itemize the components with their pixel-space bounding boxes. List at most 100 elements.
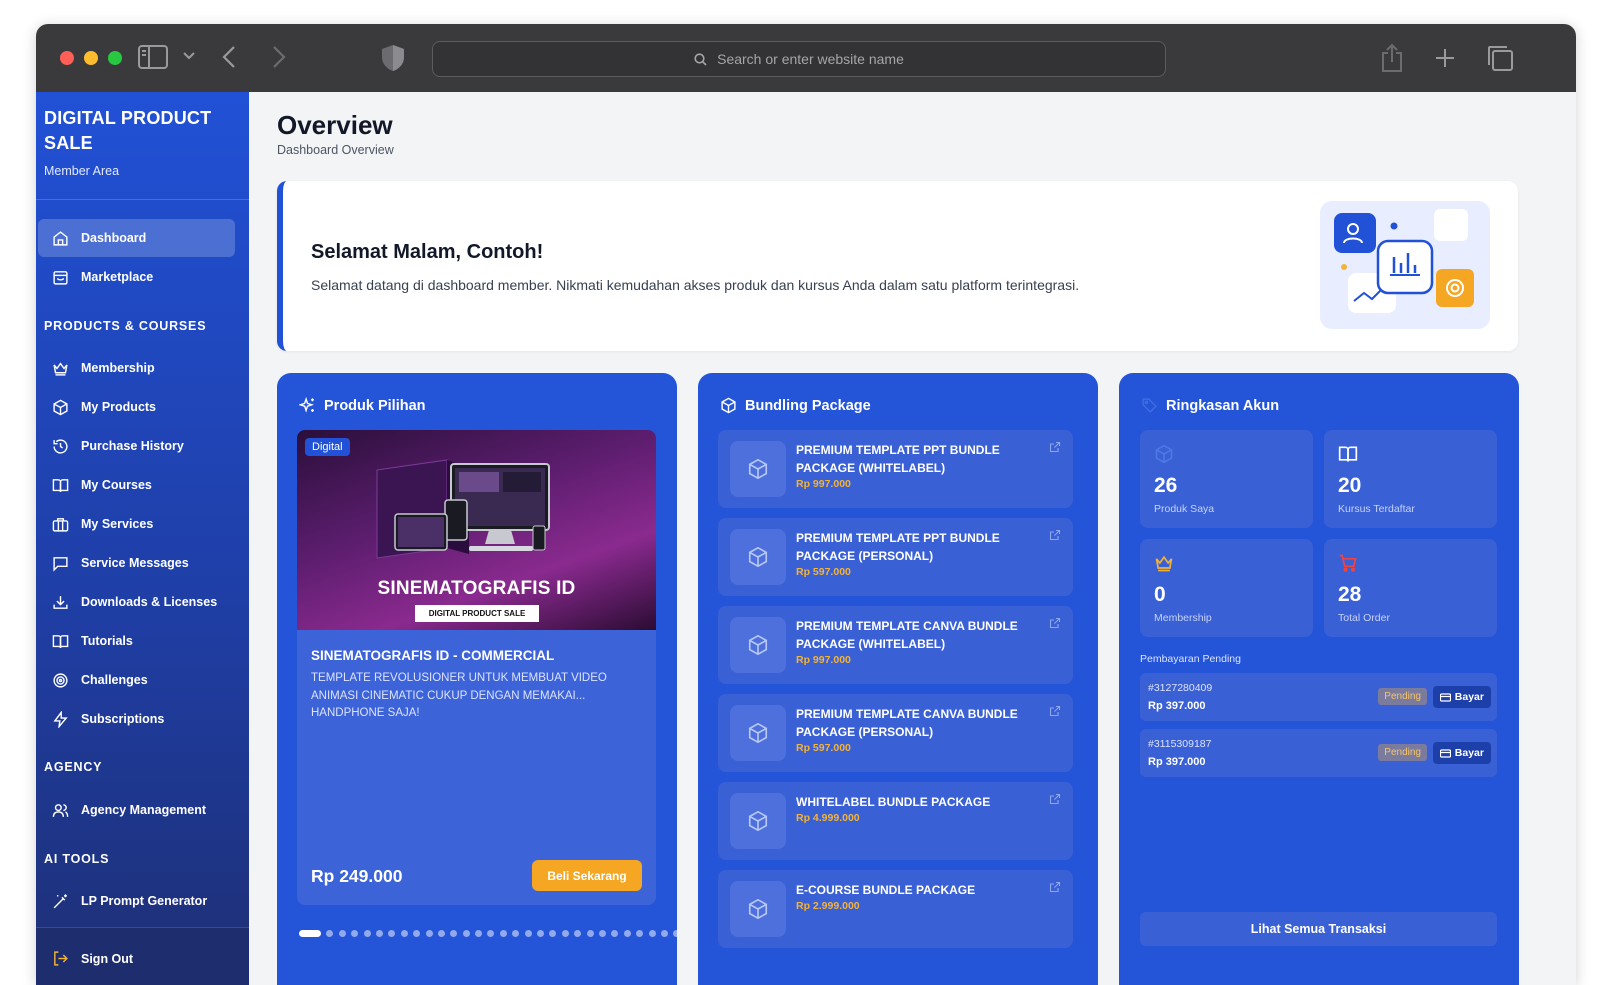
sidebar-item-purchase-history[interactable]: Purchase History [38,427,235,465]
chevron-down-icon[interactable] [183,52,195,60]
sidebar-item-my-products[interactable]: My Products [38,388,235,426]
external-link-icon[interactable] [1049,880,1061,898]
bundle-price: Rp 597.000 [796,742,851,754]
stat-membership[interactable]: 0 Membership [1140,539,1313,637]
carousel-dot[interactable] [450,930,458,937]
package-icon [730,617,786,673]
share-icon[interactable] [1380,43,1404,73]
bundle-item[interactable]: PREMIUM TEMPLATE CANVA BUNDLE PACKAGE (W… [718,606,1073,684]
carousel-dot[interactable] [648,930,656,937]
bundle-item[interactable]: PREMIUM TEMPLATE PPT BUNDLE PACKAGE (WHI… [718,430,1073,508]
view-all-transactions-button[interactable]: Lihat Semua Transaksi [1140,912,1497,946]
status-badge: Pending [1378,744,1427,761]
back-icon[interactable] [222,45,236,69]
bundle-name: PREMIUM TEMPLATE CANVA BUNDLE PACKAGE (P… [796,707,1018,739]
zoom-window-button[interactable] [108,51,122,65]
sidebar-footer: Sign Out [36,927,249,985]
address-bar[interactable]: Search or enter website name [432,41,1166,77]
pay-button[interactable]: Bayar [1432,686,1491,708]
external-link-icon[interactable] [1049,792,1061,810]
carousel-dot[interactable] [425,930,433,937]
carousel-dot[interactable] [326,930,334,937]
external-link-icon[interactable] [1049,528,1061,546]
pending-payment-row[interactable]: #3127280409 Rp 397.000 Pending Bayar [1140,673,1497,721]
book-icon [1338,446,1358,462]
carousel-dot[interactable] [462,930,470,937]
sidebar-toggle-icon[interactable] [138,45,168,69]
pay-button[interactable]: Bayar [1432,742,1491,764]
carousel-dot[interactable] [586,930,594,937]
carousel-dot[interactable] [660,930,668,937]
sidebar-item-membership[interactable]: Membership [38,349,235,387]
carousel-dot[interactable] [400,930,408,937]
shield-icon[interactable] [380,44,406,72]
sidebar-item-label: Subscriptions [81,712,165,726]
carousel-dot[interactable] [299,930,321,937]
external-link-icon[interactable] [1049,704,1061,722]
carousel-dot[interactable] [487,930,495,937]
home-icon [53,230,68,246]
carousel-dot[interactable] [437,930,445,937]
sidebar-item-dashboard[interactable]: Dashboard [38,219,235,257]
sidebar-item-subscriptions[interactable]: Subscriptions [38,700,235,738]
sidebar-item-lp-prompt-generator[interactable]: LP Prompt Generator [38,882,235,920]
close-window-button[interactable] [60,51,74,65]
carousel-dot[interactable] [375,930,383,937]
product-image-subtitle: DIGITAL PRODUCT SALE [415,605,539,622]
carousel-dot[interactable] [549,930,557,937]
minimize-window-button[interactable] [84,51,98,65]
carousel-dot[interactable] [524,930,532,937]
stat-kursus-terdaftar[interactable]: 20 Kursus Terdaftar [1324,430,1497,528]
credit-card-icon [1439,692,1451,702]
carousel-dot[interactable] [413,930,421,937]
bundle-item[interactable]: E-COURSE BUNDLE PACKAGE Rp 2.999.000 [718,870,1073,948]
buy-now-button[interactable]: Beli Sekarang [532,860,642,891]
stat-total-order[interactable]: 28 Total Order [1324,539,1497,637]
bundle-item[interactable]: WHITELABEL BUNDLE PACKAGE Rp 4.999.000 [718,782,1073,860]
carousel-dot[interactable] [598,930,606,937]
forward-icon[interactable] [272,45,286,69]
product-price: Rp 249.000 [311,866,403,886]
sidebar-item-label: My Courses [81,478,152,492]
sidebar-item-challenges[interactable]: Challenges [38,661,235,699]
tabs-overview-icon[interactable] [1486,44,1514,72]
sidebar-item-my-services[interactable]: My Services [38,505,235,543]
carousel-dot[interactable] [512,930,520,937]
carousel-dot[interactable] [363,930,371,937]
sidebar-item-service-messages[interactable]: Service Messages [38,544,235,582]
new-tab-icon[interactable] [1434,47,1456,69]
sidebar-item-downloads-licenses[interactable]: Downloads & Licenses [38,583,235,621]
pending-payments-label: Pembayaran Pending [1140,653,1241,665]
external-link-icon[interactable] [1049,616,1061,634]
sidebar-item-tutorials[interactable]: Tutorials [38,622,235,660]
sidebar-item-my-courses[interactable]: My Courses [38,466,235,504]
carousel-dot[interactable] [561,930,569,937]
carousel-dot[interactable] [611,930,619,937]
section-label-products: PRODUCTS & COURSES [44,319,207,333]
carousel-dot[interactable] [499,930,507,937]
carousel-dot[interactable] [636,930,644,937]
account-summary-card: Ringkasan Akun 26 Produk Saya 20 Kursus … [1119,373,1519,985]
bundle-price: Rp 597.000 [796,566,851,578]
message-icon [53,556,68,572]
bundle-item[interactable]: PREMIUM TEMPLATE CANVA BUNDLE PACKAGE (P… [718,694,1073,772]
bundle-name: WHITELABEL BUNDLE PACKAGE [796,795,991,809]
external-link-icon[interactable] [1049,440,1061,458]
carousel-dot[interactable] [673,930,677,937]
featured-product[interactable]: Digital SINEMATOGRAFIS ID DIGITAL PRODUC… [297,430,656,905]
carousel-dot[interactable] [475,930,483,937]
carousel-dot[interactable] [351,930,359,937]
sign-out-button[interactable]: Sign Out [52,950,133,967]
pending-payment-row[interactable]: #3115309187 Rp 397.000 Pending Bayar [1140,729,1497,777]
bolt-icon [53,710,68,728]
credit-card-icon [1439,748,1451,758]
carousel-dot[interactable] [338,930,346,937]
sidebar-item-agency-management[interactable]: Agency Management [38,791,235,829]
carousel-dot[interactable] [537,930,545,937]
bundle-item[interactable]: PREMIUM TEMPLATE PPT BUNDLE PACKAGE (PER… [718,518,1073,596]
carousel-dot[interactable] [574,930,582,937]
sidebar-item-marketplace[interactable]: Marketplace [38,258,235,296]
carousel-dot[interactable] [388,930,396,937]
stat-produk-saya[interactable]: 26 Produk Saya [1140,430,1313,528]
carousel-dot[interactable] [623,930,631,937]
